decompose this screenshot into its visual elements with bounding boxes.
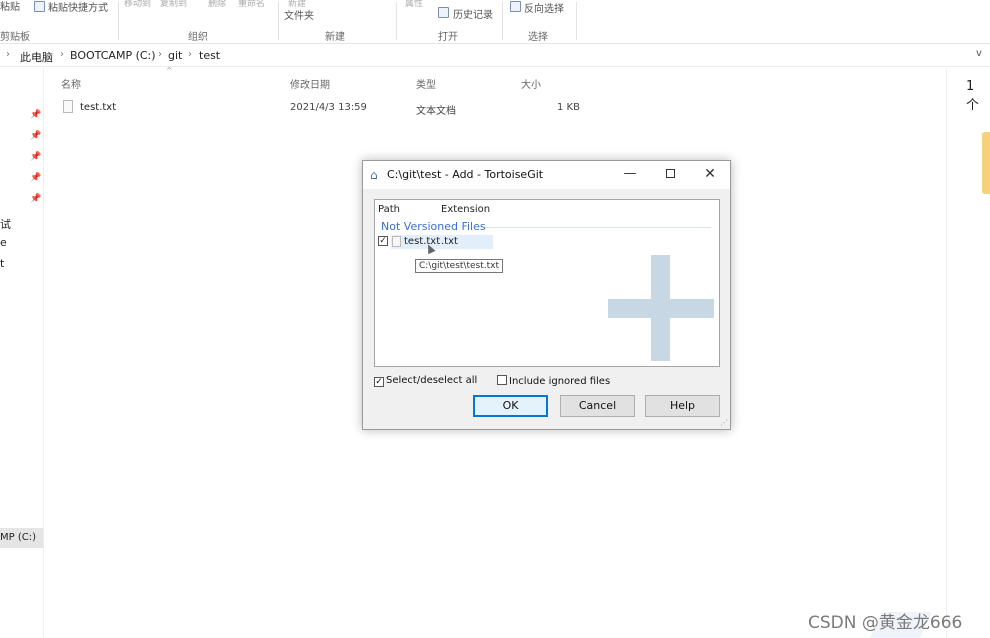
checkbox-checked[interactable]: ✓ bbox=[374, 377, 384, 387]
details-pane-divider[interactable] bbox=[946, 68, 947, 638]
add-plus-icon bbox=[608, 299, 714, 318]
select-all-label: Select/deselect all bbox=[386, 375, 478, 386]
breadcrumb-separator: › bbox=[158, 49, 162, 60]
nav-item-fragment[interactable]: t bbox=[0, 257, 4, 270]
ribbon: 粘贴 粘贴快捷方式 移动到 复制到 删除 重命名 新建 文件夹 属性 历史记录 … bbox=[0, 0, 990, 44]
list-header-path[interactable]: Path bbox=[378, 204, 400, 215]
ribbon-move-to-button[interactable]: 移动到 bbox=[124, 0, 151, 9]
address-history-chevron-icon[interactable]: v bbox=[976, 48, 982, 59]
list-group-divider bbox=[485, 227, 711, 228]
nav-item-fragment[interactable]: 试 bbox=[0, 216, 11, 232]
pin-icon[interactable]: 📌 bbox=[30, 152, 41, 162]
ribbon-separator bbox=[502, 2, 503, 40]
ribbon-delete-button[interactable]: 删除 bbox=[208, 0, 226, 9]
breadcrumb-separator: › bbox=[6, 49, 10, 60]
text-file-icon bbox=[63, 100, 73, 113]
column-header-type[interactable]: 类型 bbox=[416, 76, 436, 91]
cancel-button[interactable]: Cancel bbox=[560, 395, 635, 417]
column-header-name[interactable]: 名称 bbox=[61, 76, 81, 91]
maximize-button[interactable] bbox=[657, 166, 683, 184]
nav-item-fragment[interactable]: e bbox=[0, 236, 7, 249]
pin-icon[interactable]: 📌 bbox=[30, 131, 41, 141]
tortoisegit-add-dialog: ⌂ C:\git\test - Add - TortoiseGit — ✕ Pa… bbox=[362, 160, 731, 430]
sort-ascending-icon: ^ bbox=[166, 66, 173, 75]
pin-icon[interactable]: 📌 bbox=[30, 194, 41, 204]
watermark: CSDN @黄金龙666 bbox=[808, 613, 963, 633]
minimize-button[interactable]: — bbox=[617, 166, 643, 184]
breadcrumb-test[interactable]: test bbox=[199, 49, 220, 62]
ribbon-group-select: 选择 bbox=[528, 32, 548, 43]
help-button[interactable]: Help bbox=[645, 395, 720, 417]
pin-icon[interactable]: 📌 bbox=[30, 173, 41, 183]
ribbon-copy-to-button[interactable]: 复制到 bbox=[160, 0, 187, 9]
ribbon-invert-selection-button[interactable]: 反向选择 bbox=[524, 0, 564, 15]
file-modified: 2021/4/3 13:59 bbox=[290, 102, 367, 113]
ribbon-group-clipboard: 剪贴板 bbox=[0, 32, 30, 43]
file-name[interactable]: test.txt bbox=[80, 102, 116, 113]
file-checkbox[interactable]: ✓ bbox=[378, 236, 388, 246]
address-bar[interactable]: › 此电脑 › BOOTCAMP (C:) › git › test bbox=[0, 45, 990, 67]
breadcrumb-separator: › bbox=[188, 49, 192, 60]
select-all-checkbox[interactable]: ✓ Select/deselect all bbox=[374, 375, 477, 387]
folder-icon bbox=[982, 132, 990, 194]
ribbon-separator bbox=[118, 2, 119, 40]
include-ignored-checkbox[interactable]: Include ignored files bbox=[497, 375, 610, 387]
dialog-title: C:\git\test - Add - TortoiseGit bbox=[387, 168, 544, 181]
dialog-titlebar[interactable]: ⌂ C:\git\test - Add - TortoiseGit — ✕ bbox=[363, 161, 730, 189]
checkbox-unchecked[interactable] bbox=[497, 375, 507, 385]
ribbon-separator bbox=[396, 2, 397, 40]
ok-button[interactable]: OK bbox=[473, 395, 548, 417]
nav-item-drive[interactable]: MP (C:) bbox=[0, 528, 43, 548]
ribbon-paste-shortcut-button[interactable]: 粘贴快捷方式 bbox=[48, 0, 108, 14]
list-group-not-versioned: Not Versioned Files bbox=[381, 220, 486, 233]
file-list-view[interactable]: Path Extension Not Versioned Files ✓ tes… bbox=[374, 199, 720, 367]
close-button[interactable]: ✕ bbox=[697, 166, 723, 184]
history-icon bbox=[438, 7, 449, 18]
invert-selection-icon bbox=[510, 1, 521, 12]
tortoisegit-icon: ⌂ bbox=[370, 168, 378, 182]
ribbon-rename-button[interactable]: 重命名 bbox=[238, 0, 265, 9]
include-ignored-label: Include ignored files bbox=[509, 376, 611, 387]
ribbon-paste-button[interactable]: 粘贴 bbox=[0, 0, 20, 13]
list-item-name[interactable]: test.txt bbox=[404, 236, 440, 247]
ribbon-separator bbox=[278, 2, 279, 40]
breadcrumb-this-pc[interactable]: 此电脑 bbox=[20, 49, 53, 65]
list-header-extension[interactable]: Extension bbox=[441, 204, 490, 215]
column-header-modified[interactable]: 修改日期 bbox=[290, 76, 330, 91]
path-tooltip: C:\git\test\test.txt bbox=[415, 259, 503, 273]
ribbon-group-organize: 组织 bbox=[188, 32, 208, 43]
ribbon-separator bbox=[576, 2, 577, 40]
breadcrumb-git[interactable]: git bbox=[168, 49, 182, 62]
file-type: 文本文档 bbox=[416, 106, 456, 117]
ribbon-history-button[interactable]: 历史记录 bbox=[453, 6, 493, 21]
text-file-icon bbox=[392, 236, 401, 247]
ribbon-group-open: 打开 bbox=[438, 32, 458, 43]
ribbon-properties-button[interactable]: 属性 bbox=[405, 0, 423, 9]
ribbon-new-folder-button[interactable]: 文件夹 bbox=[284, 7, 314, 22]
breadcrumb-separator: › bbox=[60, 49, 64, 60]
column-header-size[interactable]: 大小 bbox=[521, 76, 541, 91]
pin-icon[interactable]: 📌 bbox=[30, 110, 41, 120]
item-count: 1 个 bbox=[966, 79, 980, 113]
maximize-icon bbox=[665, 169, 675, 178]
breadcrumb-drive[interactable]: BOOTCAMP (C:) bbox=[70, 49, 156, 62]
list-item-extension: .txt bbox=[441, 236, 458, 247]
file-size: 1 KB bbox=[557, 102, 580, 113]
paste-shortcut-icon bbox=[34, 1, 45, 12]
navigation-pane: 📌 📌 📌 📌 📌 试 e t MP (C:) bbox=[0, 68, 44, 638]
ribbon-group-new: 新建 bbox=[325, 32, 345, 43]
resize-grip-icon[interactable]: ⋰ bbox=[720, 418, 728, 427]
